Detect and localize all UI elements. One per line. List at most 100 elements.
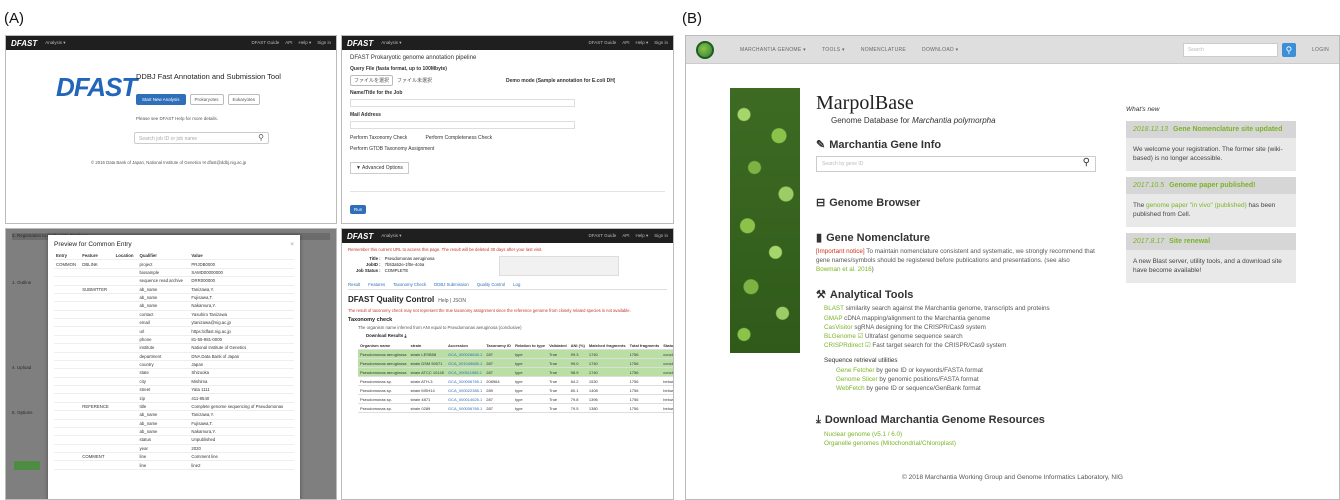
table-cell[interactable]: GCA_000022385.1 xyxy=(445,385,485,395)
nav-right: DFAST Guide API Help ▾ Sign in xyxy=(589,40,668,46)
nav-guide-link[interactable]: DFAST Guide xyxy=(589,40,617,46)
nav-search-input[interactable]: Search xyxy=(1182,42,1278,57)
completeness-check-checkbox[interactable]: Perform Completeness Check xyxy=(425,135,492,141)
dfast-home-screenshot: DFAST Analysis ▾ DFAST Guide API Help ▾ … xyxy=(5,35,337,224)
demo-mode-checkbox[interactable]: Demo mode (Sample annotation for E.coli … xyxy=(506,78,615,84)
genome-paper-link[interactable]: genome paper "in vivo" (published) xyxy=(1146,202,1247,209)
table-cell: email xyxy=(137,318,190,328)
table-cell[interactable]: GCA_001045685.1 xyxy=(445,358,485,368)
brand-logo[interactable]: DFAST xyxy=(11,39,37,48)
nav-help-link[interactable]: Help ▾ xyxy=(635,40,648,46)
table-cell: True xyxy=(547,403,569,413)
form-title: DFAST Prokaryotic genome annotation pipe… xyxy=(350,55,477,61)
table-cell[interactable]: GCA_000006765.1 xyxy=(445,403,485,413)
retrieval-link[interactable]: Gene Fetcher xyxy=(836,367,875,374)
table-cell[interactable]: GCA_000026645.1 xyxy=(445,349,485,359)
result-tab[interactable]: Features xyxy=(368,282,385,287)
gtdb-checkbox[interactable]: Perform GTDB Taxonomy Assignment xyxy=(350,146,665,152)
tool-link[interactable]: GMAP xyxy=(824,315,842,322)
result-tab[interactable]: DDBJ Submission xyxy=(434,282,469,287)
news-header[interactable]: 2017.8.17 Site renewal xyxy=(1126,232,1296,250)
news-header[interactable]: 2018.12.13 Gene Nomenclature site updated xyxy=(1126,121,1296,138)
choose-file-button[interactable]: ファイルを選択 xyxy=(350,75,394,86)
result-tab[interactable]: Taxonomy Check xyxy=(393,282,426,287)
nav-tools-menu[interactable]: TOOLS ▾ xyxy=(822,47,845,53)
table-row: ab_name Fujisawa,T. xyxy=(54,419,294,428)
table-row: Pseudomonas aeruginosa strain LESB58 GCA_0… xyxy=(358,349,673,359)
marpol-logo-icon[interactable] xyxy=(696,40,714,59)
nav-help-link[interactable]: Help ▾ xyxy=(298,40,311,46)
retrieval-item: Genome Slicer by genomic positions/FASTA… xyxy=(836,375,1096,384)
retrieval-link[interactable]: Genome Slicer xyxy=(836,376,878,383)
nav-help-link[interactable]: Help ▾ xyxy=(635,233,648,239)
nav-api-link[interactable]: API xyxy=(285,40,292,46)
retrieval-link[interactable]: WebFetch xyxy=(836,385,865,392)
nav-signin-link[interactable]: Sign in xyxy=(654,233,668,239)
genome-browser-label: Genome Browser xyxy=(829,196,921,209)
tool-link[interactable]: BLGenome ☑ xyxy=(824,333,863,340)
table-cell: 99.3 xyxy=(568,349,587,359)
eukaryotes-button[interactable]: Eukaryotes xyxy=(227,94,261,105)
table-cell: ab_name xyxy=(137,285,190,294)
book-icon: ▮ xyxy=(816,232,823,244)
retrieval-list: Gene Fetcher by gene ID or keywords/FAST… xyxy=(836,366,1096,393)
job-name-input[interactable] xyxy=(350,99,575,107)
nav-signin-link[interactable]: Sign in xyxy=(654,40,668,46)
result-tab[interactable]: Log xyxy=(513,282,520,287)
tool-link[interactable]: BLAST xyxy=(824,305,844,312)
genome-browser-heading[interactable]: ⊟ Genome Browser xyxy=(816,196,1096,210)
file-status: ファイル未選択 xyxy=(397,78,433,84)
analysis-menu[interactable]: Analysis ▾ xyxy=(45,40,65,46)
advanced-options-button[interactable]: ▼ Advanced Options xyxy=(350,162,409,174)
nav-api-link[interactable]: API xyxy=(622,233,629,239)
brand-logo[interactable]: DFAST xyxy=(347,232,373,241)
close-icon[interactable]: × xyxy=(290,241,294,248)
news-header[interactable]: 2017.10.5 Genome paper published! xyxy=(1126,176,1296,194)
search-icon[interactable]: ⚲ xyxy=(1083,157,1090,168)
job-search-input[interactable]: Search job ID or job name ⚲ xyxy=(134,132,269,144)
taxonomy-check-checkbox[interactable]: Perform Taxonomy Check xyxy=(350,135,407,141)
tool-desc: similarity search against the Marchantia… xyxy=(843,305,1050,313)
run-button[interactable]: Run xyxy=(350,205,367,214)
result-tab[interactable]: Result xyxy=(348,282,360,287)
mail-input[interactable] xyxy=(350,121,575,129)
table-header-cell: Relation to type xyxy=(513,341,548,350)
analysis-menu[interactable]: Analysis ▾ xyxy=(381,40,401,46)
footer-text: © 2016 Data Bank of Japan, National Inst… xyxy=(91,160,247,165)
tool-link[interactable]: CRISPRdirect ☑ xyxy=(824,342,871,349)
marpol-footer: © 2018 Marchantia Working Group and Geno… xyxy=(902,474,1123,481)
nomenclature-heading: ▮ Gene Nomenclature xyxy=(816,231,1096,245)
brand-logo[interactable]: DFAST xyxy=(347,39,373,48)
news-body: The genome paper "in vivo" (published) h… xyxy=(1126,194,1296,227)
nuclear-genome-link[interactable]: Nuclear genome (v5.1 / 6.0) xyxy=(824,430,1096,439)
table-cell[interactable]: GCA_000014625.1 xyxy=(445,394,485,404)
nav-genome-menu[interactable]: MARCHANTIA GENOME ▾ xyxy=(740,47,806,53)
prokaryotes-button[interactable]: Prokaryotes xyxy=(189,94,224,105)
nav-guide-link[interactable]: DFAST Guide xyxy=(252,40,280,46)
organelle-genome-link[interactable]: Organelle genomes (Mitochondrial/Chlorop… xyxy=(824,439,1096,448)
table-row: state Shizuoka xyxy=(54,368,294,378)
table-cell xyxy=(80,326,114,336)
nav-download-menu[interactable]: DOWNLOAD ▾ xyxy=(922,47,958,53)
qc-help-links[interactable]: Help | JSON xyxy=(438,298,466,304)
bowman-link[interactable]: Bowman et al. 2016 xyxy=(816,266,872,273)
start-new-analysis-button[interactable]: Start New Analysis xyxy=(136,94,186,105)
analysis-menu[interactable]: Analysis ▾ xyxy=(381,233,401,239)
nav-guide-link[interactable]: DFAST Guide xyxy=(589,233,617,239)
tool-link[interactable]: CasVisitor xyxy=(824,324,853,331)
table-cell xyxy=(113,301,138,311)
table-cell[interactable]: GCA_000511585.1 xyxy=(445,367,485,377)
site-subtitle: Genome Database for Marchantia polymorph… xyxy=(831,116,996,125)
marchantia-photo xyxy=(730,88,800,353)
table-cell[interactable]: GCA_000006765.1 xyxy=(445,376,485,386)
nav-login-link[interactable]: LOGIN xyxy=(1312,47,1329,53)
nav-signin-link[interactable]: Sign in xyxy=(317,40,331,46)
download-results-button[interactable]: Download Results ⤓ xyxy=(366,333,667,338)
nav-search-icon[interactable]: ⚲ xyxy=(1281,42,1296,57)
search-icon[interactable]: ⚲ xyxy=(258,133,264,142)
table-cell: below_threshold xyxy=(661,385,673,395)
nav-nomenclature-link[interactable]: NOMENCLATURE xyxy=(861,47,906,53)
nav-api-link[interactable]: API xyxy=(622,40,629,46)
gene-search-input[interactable]: Search by gene ID ⚲ xyxy=(816,156,1096,172)
result-tab[interactable]: Quality Control xyxy=(477,282,505,287)
